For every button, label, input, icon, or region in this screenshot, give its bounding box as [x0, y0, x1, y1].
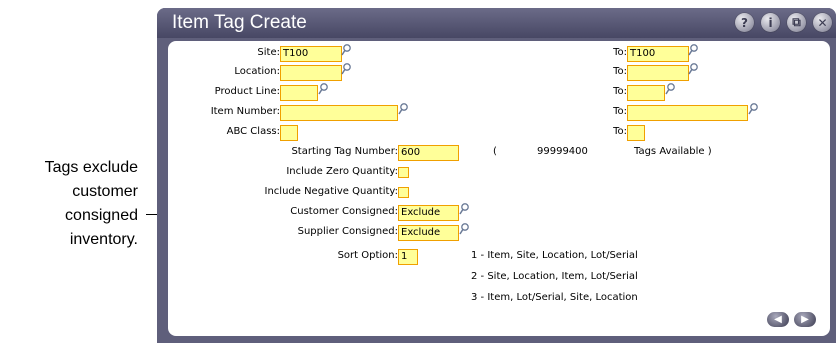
- location-from-field[interactable]: [280, 65, 342, 81]
- site-to-label: To:: [613, 47, 627, 58]
- form-panel: Site: T100 To: T100 Location: To: Produc…: [168, 41, 830, 336]
- tags-available-open-paren: (: [493, 146, 497, 157]
- customer-consigned-label: Customer Consigned:: [290, 206, 398, 217]
- sort-choice-2: 2 - Site, Location, Item, Lot/Serial: [471, 271, 638, 282]
- help-icon[interactable]: ?: [735, 13, 754, 32]
- site-from-lookup-icon[interactable]: [341, 44, 351, 56]
- product-line-from-field[interactable]: [280, 85, 318, 101]
- product-line-to-field[interactable]: [627, 85, 665, 101]
- sort-choice-1: 1 - Item, Site, Location, Lot/Serial: [471, 250, 638, 261]
- supplier-consigned-lookup-icon[interactable]: [459, 223, 469, 235]
- callout-line: customer: [72, 183, 138, 200]
- product-line-to-lookup-icon[interactable]: [665, 83, 675, 95]
- item-number-to-field[interactable]: [627, 105, 748, 121]
- product-line-from-lookup-icon[interactable]: [318, 83, 328, 95]
- callout-text: Tags exclude customer consigned inventor…: [0, 156, 138, 252]
- callout-line: Tags exclude: [44, 159, 138, 176]
- site-to-field[interactable]: T100: [627, 46, 689, 62]
- item-number-from-lookup-icon[interactable]: [398, 103, 408, 115]
- tags-available-text: Tags Available ): [634, 146, 712, 157]
- callout-line: consigned: [65, 207, 138, 224]
- include-zero-quantity-checkbox[interactable]: [398, 167, 409, 178]
- supplier-consigned-field[interactable]: Exclude: [398, 225, 459, 241]
- forward-button[interactable]: ▶: [794, 312, 816, 327]
- location-label: Location:: [234, 66, 280, 77]
- location-to-lookup-icon[interactable]: [688, 63, 698, 75]
- product-line-to-label: To:: [613, 86, 627, 97]
- sort-option-label: Sort Option:: [337, 250, 398, 261]
- abc-class-to-field[interactable]: [627, 125, 645, 141]
- back-button[interactable]: ◀: [767, 312, 789, 327]
- item-tag-create-window: Item Tag Create ? i ⧉ ✕ Site: T100 To: T…: [157, 8, 836, 343]
- include-negative-quantity-label: Include Negative Quantity:: [264, 186, 399, 197]
- site-to-lookup-icon[interactable]: [688, 44, 698, 56]
- sort-choice-3: 3 - Item, Lot/Serial, Site, Location: [471, 292, 638, 303]
- back-arrow-icon: ◀: [774, 314, 782, 325]
- window-title: Item Tag Create: [172, 12, 307, 33]
- item-number-to-label: To:: [613, 106, 627, 117]
- site-from-field[interactable]: T100: [280, 46, 342, 62]
- starting-tag-number-field[interactable]: 600: [398, 145, 459, 161]
- abc-class-from-field[interactable]: [280, 125, 298, 141]
- tags-available-count: 99999400: [537, 146, 588, 157]
- title-bar: Item Tag Create ? i ⧉ ✕: [157, 8, 836, 38]
- item-number-label: Item Number:: [210, 106, 280, 117]
- forward-arrow-icon: ▶: [801, 314, 809, 325]
- item-number-to-lookup-icon[interactable]: [748, 103, 758, 115]
- abc-class-label: ABC Class:: [226, 126, 280, 137]
- include-negative-quantity-checkbox[interactable]: [398, 187, 409, 198]
- item-number-from-field[interactable]: [280, 105, 398, 121]
- callout-line: inventory.: [69, 231, 138, 248]
- location-to-label: To:: [613, 66, 627, 77]
- info-icon[interactable]: i: [761, 13, 780, 32]
- location-to-field[interactable]: [627, 65, 689, 81]
- sort-option-field[interactable]: 1: [398, 249, 418, 265]
- customer-consigned-field[interactable]: Exclude: [398, 205, 459, 221]
- site-label: Site:: [257, 47, 280, 58]
- product-line-label: Product Line:: [214, 86, 280, 97]
- customer-consigned-lookup-icon[interactable]: [459, 203, 469, 215]
- location-from-lookup-icon[interactable]: [341, 63, 351, 75]
- starting-tag-number-label: Starting Tag Number:: [291, 146, 398, 157]
- abc-class-to-label: To:: [613, 126, 627, 137]
- restore-icon[interactable]: ⧉: [787, 13, 806, 32]
- include-zero-quantity-label: Include Zero Quantity:: [286, 166, 398, 177]
- supplier-consigned-label: Supplier Consigned:: [297, 226, 398, 237]
- close-icon[interactable]: ✕: [813, 13, 832, 32]
- title-bar-controls: ? i ⧉ ✕: [735, 13, 832, 32]
